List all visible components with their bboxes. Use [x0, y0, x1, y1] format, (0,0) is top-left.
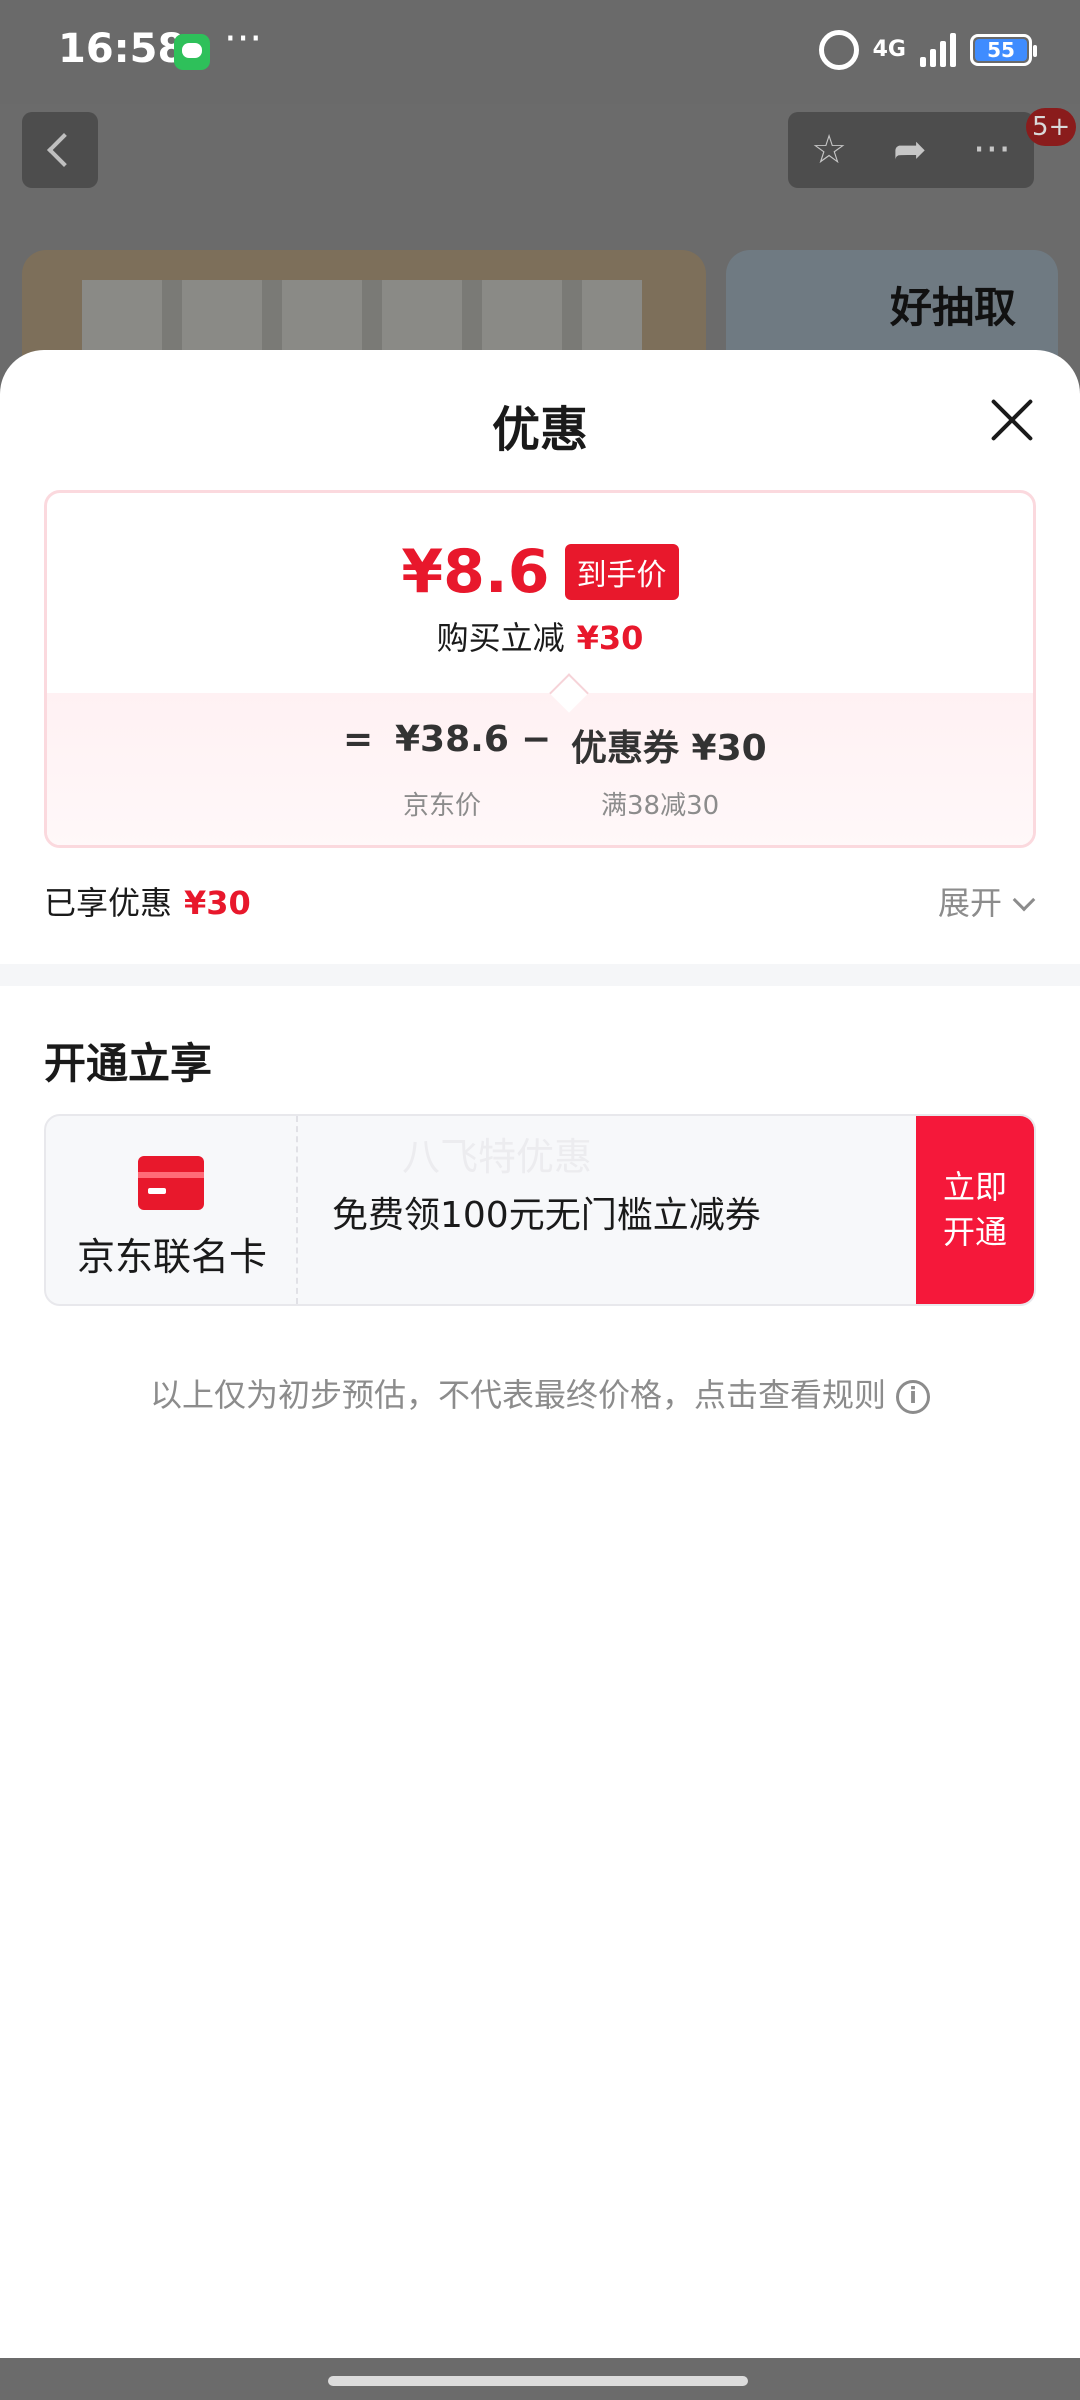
final-price-row: ¥8.6 到手价 — [47, 537, 1033, 607]
enjoyed-label: 已享优惠 — [44, 884, 173, 922]
price-breakdown-card: ¥8.6 到手价 购买立减 ¥30 = ¥38.6 − 优惠券 ¥30 京东价 满… — [44, 490, 1036, 848]
equals-sign: = — [343, 719, 374, 760]
network-type: 4G — [872, 37, 906, 62]
reduce-label: 购买立减 — [436, 619, 565, 657]
home-indicator[interactable] — [328, 2376, 748, 2386]
hotspot-icon — [818, 30, 859, 70]
message-badge: 5+ — [1026, 108, 1077, 146]
status-bar: 16:58 ··· 4G 55 — [0, 0, 1080, 104]
expand-button[interactable]: 展开 — [938, 878, 1036, 924]
navigation-bar — [0, 2358, 1080, 2400]
more-notifications-icon: ··· — [224, 16, 263, 62]
card-watermark: 八飞特优惠 — [402, 1135, 593, 1179]
disclaimer-text: 以上仅为初步预估，不代表最终价格，点击查看规则 — [149, 1376, 886, 1414]
disclaimer[interactable]: 以上仅为初步预估，不代表最终价格，点击查看规则 i — [0, 1370, 1080, 1416]
chevron-down-icon — [1012, 888, 1036, 912]
jd-price: ¥38.6 — [395, 719, 509, 760]
coupon-amount: 优惠券 ¥30 — [571, 728, 767, 769]
coupon-rule: 满38减30 — [601, 791, 720, 821]
sheet-title: 优惠 — [491, 402, 588, 458]
back-button[interactable] — [22, 112, 98, 188]
info-icon[interactable]: i — [896, 1380, 930, 1414]
section-divider — [0, 964, 1080, 986]
reduce-row: 购买立减 ¥30 — [47, 613, 1033, 659]
status-time: 16:58 — [58, 26, 186, 72]
minus-sign: − — [521, 719, 552, 760]
final-price-tag: 到手价 — [564, 544, 679, 600]
close-icon[interactable] — [988, 396, 1036, 444]
status-indicators: 4G 55 — [818, 30, 1037, 70]
share-icon[interactable]: ➦ — [893, 127, 927, 173]
discount-bottom-sheet: 优惠 ¥8.6 到手价 购买立减 ¥30 = ¥38.6 − 优惠券 ¥30 京东… — [0, 350, 1080, 2358]
jd-price-label: 京东价 — [403, 791, 482, 821]
enjoyed-discount: 已享优惠 ¥30 — [44, 878, 251, 924]
favorite-star-icon[interactable]: ☆ — [811, 127, 847, 173]
cobrand-card-offer[interactable]: 京东联名卡 八飞特优惠 免费领100元无门槛立减券 立即开通 — [44, 1114, 1036, 1306]
card-left-panel: 京东联名卡 — [46, 1116, 298, 1304]
enjoyed-amount: ¥30 — [184, 884, 251, 922]
expand-label: 展开 — [938, 884, 1003, 922]
final-price: ¥8.6 — [401, 537, 550, 607]
reduce-amount: ¥30 — [576, 619, 644, 657]
battery-level: 55 — [975, 39, 1027, 61]
top-actions: ☆ ➦ ··· — [788, 112, 1034, 188]
card-name: 京东联名卡 — [76, 1235, 267, 1279]
message-app-icon — [174, 34, 210, 70]
price-card-lower — [47, 693, 1033, 845]
more-menu-icon[interactable]: ··· — [973, 127, 1011, 173]
banner-text: 好抽取 — [890, 283, 1017, 332]
signal-icon — [920, 33, 956, 67]
card-offer-description: 免费领100元无门槛立减券 — [332, 1195, 761, 1236]
open-section-title: 开通立享 — [44, 1039, 213, 1088]
credit-card-icon — [138, 1156, 204, 1210]
open-now-button[interactable]: 立即开通 — [916, 1116, 1034, 1304]
battery-icon: 55 — [970, 34, 1037, 66]
